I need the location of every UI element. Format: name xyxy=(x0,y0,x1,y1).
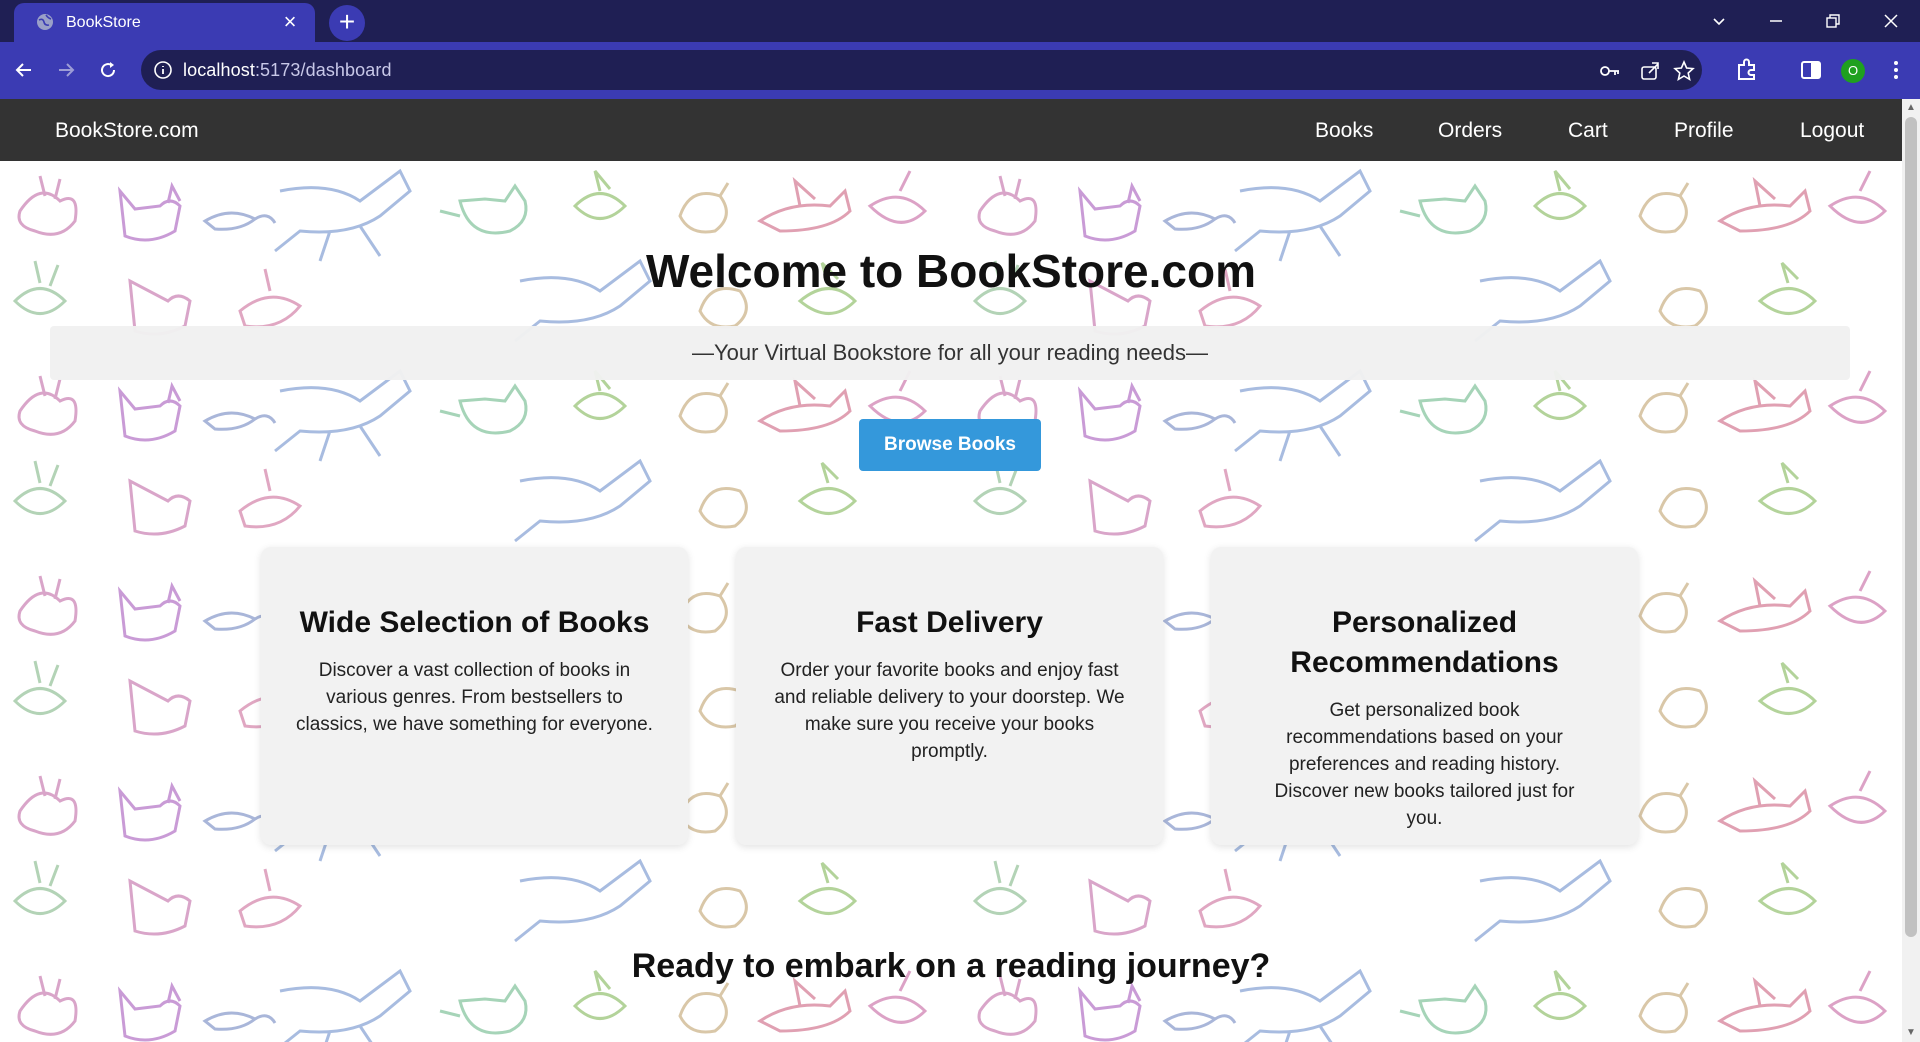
tab-search-icon[interactable] xyxy=(1704,6,1734,36)
feature-card-text: Order your favorite books and enjoy fast… xyxy=(774,660,1125,762)
feature-card-title: Wide Selection of Books xyxy=(299,606,650,639)
feature-card-text: Get personalized book recommendations ba… xyxy=(1274,700,1575,829)
tagline: —Your Virtual Bookstore for all your rea… xyxy=(50,326,1850,380)
site-navbar: BookStore.com Books Orders Cart Profile … xyxy=(0,99,1902,161)
brand-logo-link[interactable]: BookStore.com xyxy=(55,119,199,143)
close-tab-icon[interactable]: × xyxy=(279,11,301,33)
feature-card-title: Fast Delivery xyxy=(856,606,1043,639)
back-icon[interactable] xyxy=(10,56,38,84)
tab-title: BookStore xyxy=(66,14,141,31)
scrollbar-thumb[interactable] xyxy=(1905,117,1917,937)
menu-kebab-icon[interactable] xyxy=(1882,56,1910,84)
forward-icon[interactable] xyxy=(52,56,80,84)
feature-card-text: Discover a vast collection of books in v… xyxy=(296,660,653,735)
side-panel-icon[interactable] xyxy=(1797,56,1825,84)
browser-toolbar: localhost:5173/dashboard O xyxy=(0,42,1920,99)
close-window-icon[interactable] xyxy=(1876,6,1906,36)
browse-books-button[interactable]: Browse Books xyxy=(859,419,1041,471)
scroll-up-arrow-icon[interactable]: ▲ xyxy=(1906,102,1916,113)
feature-card: Fast Delivery Order your favorite books … xyxy=(736,547,1163,845)
feature-card: Personalized Recommendations Get persona… xyxy=(1211,547,1638,845)
feature-card-title: Personalized Recommendations xyxy=(1290,606,1559,679)
nav-link-orders[interactable]: Orders xyxy=(1438,119,1502,143)
address-bar[interactable]: localhost:5173/dashboard xyxy=(141,50,1702,90)
url-text: localhost:5173/dashboard xyxy=(183,60,392,80)
key-icon[interactable] xyxy=(1599,60,1621,82)
browser-tab-strip: BookStore × + xyxy=(0,0,1920,42)
profile-avatar[interactable]: O xyxy=(1841,59,1865,83)
bookmark-star-icon[interactable] xyxy=(1673,60,1695,82)
browser-tab[interactable]: BookStore × xyxy=(14,3,315,42)
page-viewport: BookStore.com Books Orders Cart Profile … xyxy=(0,99,1902,1042)
nav-link-logout[interactable]: Logout xyxy=(1800,119,1864,143)
feature-card: Wide Selection of Books Discover a vast … xyxy=(261,547,688,845)
reload-icon[interactable] xyxy=(94,56,122,84)
scroll-down-arrow-icon[interactable]: ▼ xyxy=(1906,1027,1916,1038)
page-scrollbar[interactable]: ▲ ▼ xyxy=(1902,99,1920,1042)
nav-link-books[interactable]: Books xyxy=(1315,119,1373,143)
hero-title: Welcome to BookStore.com xyxy=(645,245,1257,297)
cta-heading: Ready to embark on a reading journey? xyxy=(631,947,1271,985)
extensions-icon[interactable] xyxy=(1733,56,1761,84)
nav-link-cart[interactable]: Cart xyxy=(1568,119,1608,143)
minimize-icon[interactable] xyxy=(1761,6,1791,36)
share-icon[interactable] xyxy=(1639,60,1661,82)
restore-icon[interactable] xyxy=(1818,6,1848,36)
nav-link-profile[interactable]: Profile xyxy=(1674,119,1734,143)
globe-icon xyxy=(37,14,53,30)
new-tab-button[interactable]: + xyxy=(329,5,365,41)
site-info-icon[interactable] xyxy=(153,60,173,80)
